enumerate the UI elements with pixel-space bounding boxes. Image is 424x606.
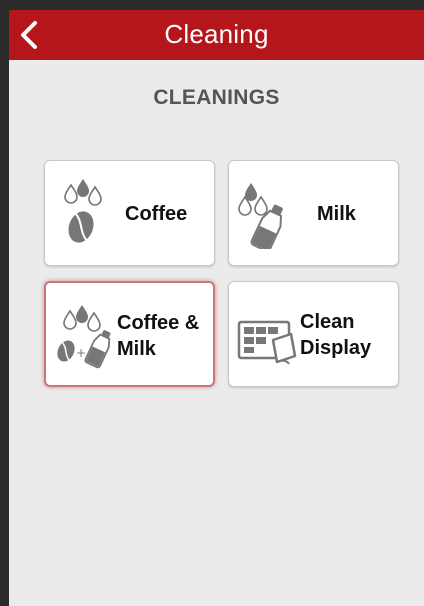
tile-label: Milk	[317, 203, 356, 225]
section-title: CLEANINGS	[153, 86, 280, 109]
page-title: Cleaning	[164, 19, 269, 49]
coffee-milk-drops-icon: +	[57, 305, 111, 369]
clean-display-tile[interactable]: Clean Display	[228, 281, 399, 387]
tile-label: Coffee	[125, 203, 188, 225]
display-wipe-icon	[237, 320, 297, 365]
svg-text:+: +	[76, 346, 86, 360]
coffee-milk-cleaning-tile[interactable]: + Coffee & Milk	[44, 281, 215, 387]
milk-cleaning-tile[interactable]: Milk	[228, 160, 399, 266]
tile-label: Clean Display	[300, 311, 372, 359]
cleaning-screen: Cleaning CLEANINGS Coffee Milk + Coffee …	[9, 10, 424, 606]
coffee-cleaning-tile[interactable]: Coffee	[44, 160, 215, 266]
app-header: Cleaning	[9, 10, 424, 60]
tile-label: Coffee & Milk	[117, 312, 200, 360]
coffee-bean-drops-icon	[64, 179, 102, 243]
milk-bottle-drops-icon	[238, 183, 283, 249]
